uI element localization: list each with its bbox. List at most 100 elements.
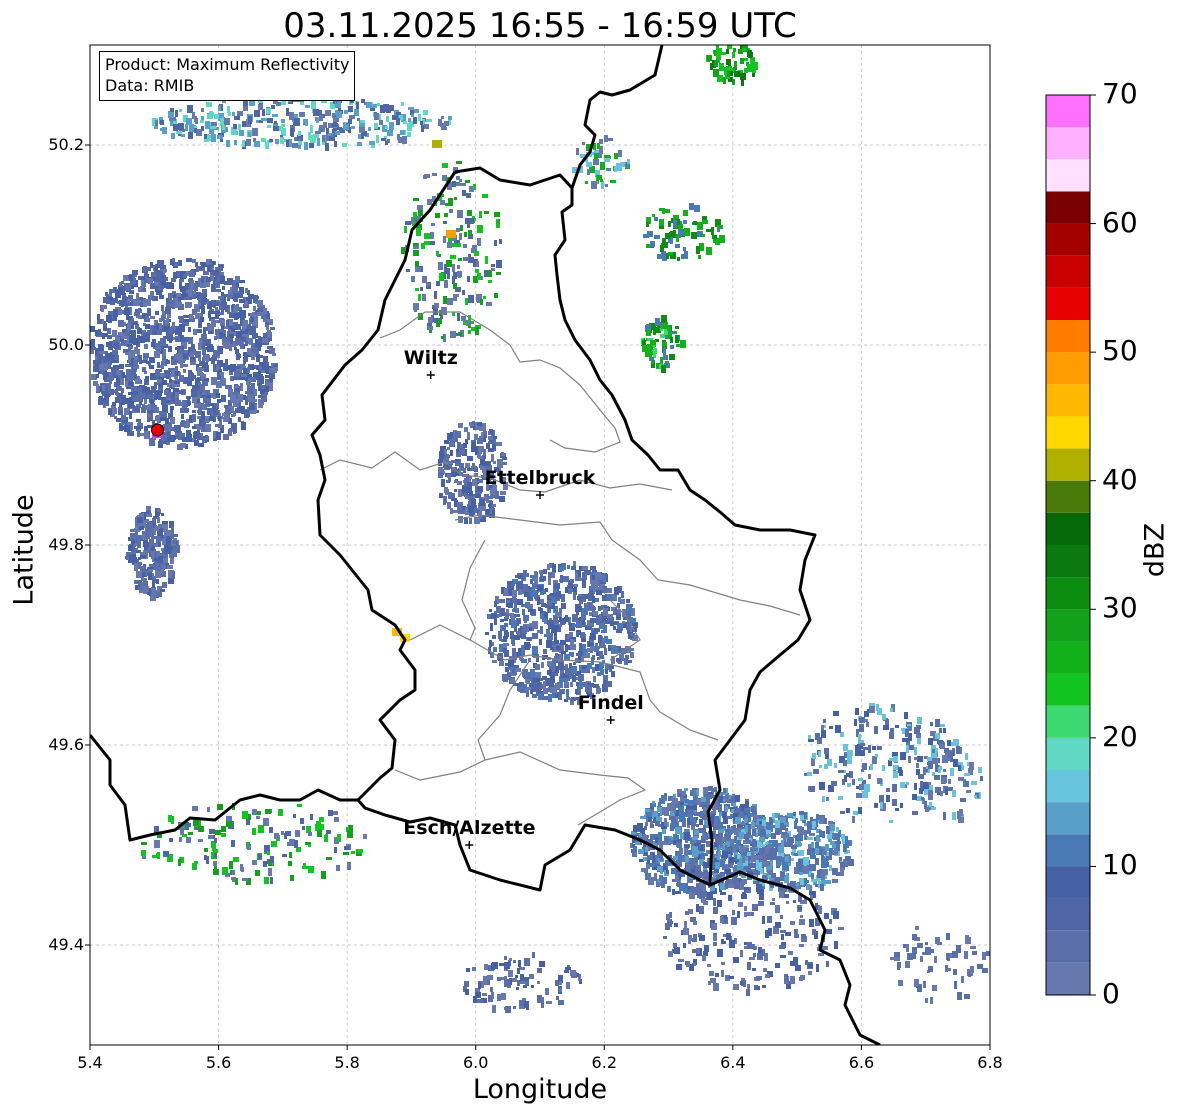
- echo-pixel: [195, 379, 198, 387]
- echo-pixel: [890, 708, 893, 712]
- echo-pixel: [829, 726, 833, 729]
- echo-pixel: [626, 660, 632, 663]
- echo-pixel: [650, 863, 655, 867]
- echo-pixel: [672, 889, 675, 895]
- echo-pixel: [157, 362, 160, 368]
- echo-pixel: [678, 959, 684, 962]
- echo-pixel: [96, 384, 99, 392]
- echo-pixel: [108, 315, 112, 323]
- echo-pixel: [156, 579, 159, 584]
- echo-pixel: [490, 623, 493, 631]
- echo-pixel: [335, 131, 340, 135]
- echo-pixel: [573, 584, 578, 587]
- echo-pixel: [843, 760, 847, 766]
- echo-pixel: [107, 335, 112, 339]
- echo-pixel: [208, 311, 211, 318]
- echo-pixel: [408, 118, 411, 122]
- echo-pixel: [861, 750, 865, 756]
- echo-pixel: [673, 835, 679, 840]
- echo-pixel: [507, 600, 510, 603]
- echo-pixel: [790, 961, 795, 966]
- echo-pixel: [366, 102, 372, 108]
- echo-pixel: [708, 794, 713, 798]
- echo-pixel: [463, 443, 467, 448]
- echo-pixel: [726, 59, 731, 65]
- echo-pixel: [727, 66, 732, 70]
- echo-pixel: [598, 635, 602, 643]
- echo-pixel: [291, 132, 294, 137]
- echo-pixel: [164, 546, 167, 554]
- echo-pixel: [356, 102, 359, 109]
- echo-pixel: [155, 570, 159, 576]
- echo-pixel: [187, 398, 190, 406]
- echo-pixel: [811, 879, 816, 882]
- echo-pixel: [204, 855, 207, 860]
- echo-pixel: [663, 936, 667, 939]
- echo-pixel: [148, 572, 152, 580]
- echo-pixel: [205, 435, 208, 440]
- echo-pixel: [317, 830, 322, 837]
- echo-pixel: [590, 640, 594, 643]
- echo-pixel: [461, 316, 466, 321]
- echo-pixel: [555, 653, 558, 657]
- echo-pixel: [468, 230, 472, 235]
- echo-pixel: [145, 533, 150, 539]
- echo-pixel: [791, 852, 794, 855]
- echo-pixel: [138, 287, 143, 292]
- echo-pixel: [175, 392, 179, 398]
- echo-pixel: [225, 408, 231, 414]
- echo-pixel: [889, 732, 894, 739]
- echo-pixel: [547, 670, 552, 675]
- echo-pixel: [374, 113, 379, 120]
- echo-pixel: [286, 140, 289, 147]
- echo-pixel: [464, 232, 467, 237]
- echo-pixel: [845, 836, 848, 841]
- echo-pixel: [763, 817, 766, 820]
- echo-pixel: [611, 647, 617, 653]
- echo-pixel: [188, 132, 193, 139]
- echo-pixel: [370, 108, 375, 111]
- echo-pixel: [753, 881, 759, 884]
- echo-pixel: [748, 825, 751, 833]
- echo-pixel: [161, 286, 164, 289]
- echo-pixel: [455, 459, 459, 462]
- echo-pixel: [212, 403, 215, 408]
- echo-pixel: [592, 596, 595, 603]
- echo-pixel: [733, 40, 738, 45]
- echo-pixel: [935, 733, 940, 739]
- echo-pixel: [747, 52, 753, 57]
- echo-pixel: [676, 344, 681, 347]
- echo-pixel: [540, 608, 543, 613]
- echo-pixel: [173, 295, 176, 298]
- echo-pixel: [240, 383, 243, 391]
- echo-pixel: [895, 725, 899, 728]
- echo-pixel: [149, 539, 154, 547]
- echo-pixel: [713, 69, 719, 77]
- echo-pixel: [890, 728, 894, 732]
- echo-pixel: [953, 759, 958, 767]
- echo-pixel: [234, 402, 239, 406]
- echo-pixel: [138, 421, 141, 426]
- echo-pixel: [408, 107, 414, 110]
- echo-pixel: [595, 572, 601, 580]
- echo-pixel: [675, 335, 679, 343]
- echo-pixel: [130, 533, 135, 540]
- echo-pixel: [194, 403, 198, 408]
- echo-pixel: [559, 624, 562, 627]
- echo-pixel: [242, 320, 248, 326]
- echo-pixel: [491, 264, 495, 267]
- echo-pixel: [223, 330, 226, 334]
- echo-pixel: [249, 338, 253, 345]
- echo-pixel: [321, 871, 326, 879]
- echo-pixel: [179, 390, 185, 394]
- echo-pixel: [173, 124, 178, 131]
- echo-pixel: [336, 865, 340, 871]
- echo-pixel: [231, 328, 235, 332]
- echo-pixel: [179, 279, 184, 282]
- echo-pixel: [259, 374, 263, 381]
- echo-pixel: [160, 412, 165, 415]
- echo-pixel: [326, 857, 332, 860]
- echo-pixel: [209, 345, 212, 350]
- echo-pixel: [852, 816, 855, 823]
- echo-pixel: [655, 821, 660, 826]
